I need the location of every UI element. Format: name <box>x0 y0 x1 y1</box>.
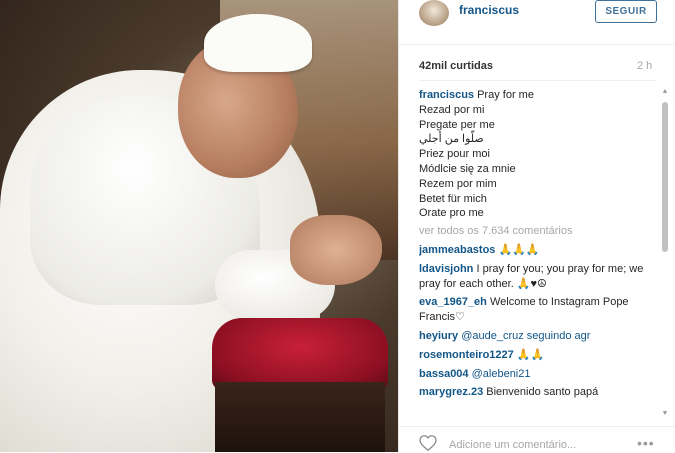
comment: heyiury @aude_cruz seguindo agr <box>419 329 591 342</box>
comment: marygrez.23 Bienvenido santo papá <box>419 386 599 399</box>
view-all-comments-link[interactable]: ver todos os 7.634 comentários <box>419 224 651 239</box>
comment-username[interactable]: eva_1967_eh <box>419 296 487 308</box>
caption-line: Pregate per me <box>419 118 495 131</box>
scrollbar-thumb[interactable] <box>662 102 668 252</box>
post-time: 2 h <box>637 60 653 72</box>
comment-username[interactable]: marygrez.23 <box>419 386 483 398</box>
likes-count[interactable]: 42mil curtidas <box>419 60 493 72</box>
comment: rosemonteiro1227 🙏🙏 <box>419 348 545 361</box>
comment-username[interactable]: jammeabastos <box>419 244 495 256</box>
follow-button[interactable]: SEGUIR <box>595 0 657 23</box>
comment: bassa004 @alebeni21 <box>419 367 531 380</box>
caption-line: Priez pour moi <box>419 148 490 161</box>
caption-username[interactable]: franciscus <box>419 89 474 101</box>
post-side-panel: franciscus SEGUIR 42mil curtidas 2 h fra… <box>398 0 675 452</box>
comment-username[interactable]: rosemonteiro1227 <box>419 349 514 361</box>
scroll-down-arrow-icon[interactable]: ▼ <box>661 410 669 418</box>
heart-icon[interactable] <box>419 435 437 451</box>
red-kneeler <box>212 318 388 390</box>
add-comment-input[interactable]: Adicione um comentário... <box>449 439 576 451</box>
more-options-icon[interactable]: ••• <box>637 435 655 451</box>
comments-scrollbar[interactable]: ▲ ▼ <box>660 88 670 418</box>
comment: ldavisjohn I pray for you; you pray for … <box>419 262 644 290</box>
caption-line: Rezem por mim <box>419 177 497 190</box>
caption-line: صلّوا من أجلي <box>419 133 484 146</box>
kneeler-base <box>215 382 385 452</box>
zucchetto-cap <box>204 14 312 72</box>
caption-line: Rezad por mi <box>419 103 485 116</box>
caption-line: Betet für mich <box>419 192 487 205</box>
caption-line: Orate pro me <box>419 207 484 220</box>
caption-line: Módlcie się za mnie <box>419 162 516 175</box>
post-photo <box>0 0 398 452</box>
scroll-up-arrow-icon[interactable]: ▲ <box>661 88 669 96</box>
comment: eva_1967_eh Welcome to Instagram Pope Fr… <box>419 296 629 324</box>
comment-footer: Adicione um comentário... ••• <box>399 426 675 453</box>
comment-username[interactable]: bassa004 <box>419 368 469 380</box>
comment-username[interactable]: ldavisjohn <box>419 263 473 275</box>
divider <box>419 80 655 81</box>
header-username[interactable]: franciscus <box>459 3 519 17</box>
caption-line: franciscus Pray for me <box>419 89 534 101</box>
comment: jammeabastos 🙏🙏🙏 <box>419 243 540 256</box>
comment-username[interactable]: heyiury <box>419 330 458 342</box>
post-header: franciscus SEGUIR <box>399 0 675 45</box>
comments-list: franciscus Pray for me Rezad por mi Preg… <box>419 88 651 418</box>
folded-hands <box>290 215 382 285</box>
avatar[interactable] <box>419 0 449 26</box>
